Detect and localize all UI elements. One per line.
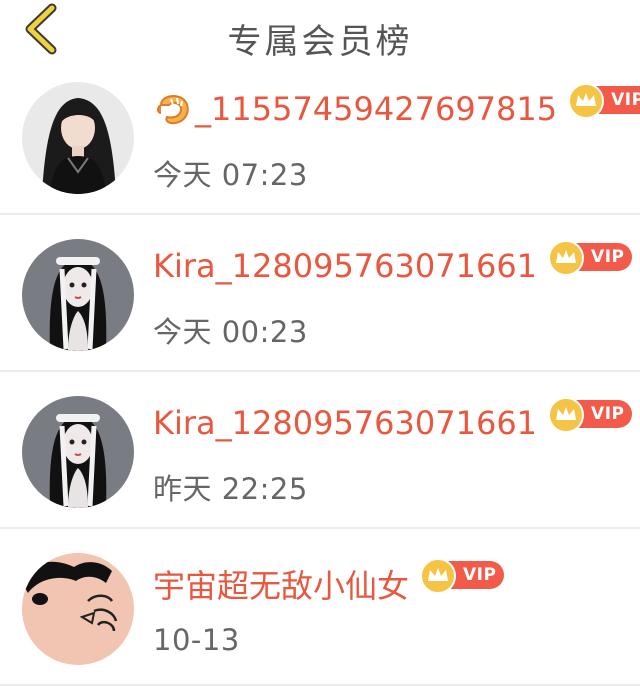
avatar[interactable] — [22, 396, 134, 508]
vip-badge: VIP — [548, 240, 633, 276]
vip-label: VIP — [591, 247, 625, 267]
member-name[interactable]: Kira_128095763071661 — [153, 404, 537, 442]
vip-label: VIP — [591, 404, 625, 424]
avatar[interactable] — [22, 239, 134, 351]
member-row[interactable]: _11557459427697815 VIP 今天 07:23 — [0, 58, 640, 215]
avatar[interactable] — [22, 553, 134, 665]
crown-icon — [548, 240, 585, 276]
page-title: 专属会员榜 — [227, 22, 413, 62]
member-time: 昨天 22:25 — [153, 472, 308, 506]
vip-badge: VIP — [568, 83, 640, 119]
crown-icon — [420, 558, 457, 594]
member-name[interactable]: _11557459427697815 — [195, 90, 557, 128]
member-name[interactable]: Kira_128095763071661 — [153, 247, 537, 285]
member-row[interactable]: 宇宙超无敌小仙女 VIP 10-13 — [0, 529, 640, 686]
avatar[interactable] — [22, 82, 134, 194]
member-list: _11557459427697815 VIP 今天 07:23 Kira_128… — [0, 58, 640, 686]
crown-icon — [548, 397, 585, 433]
vip-badge: VIP — [548, 397, 633, 433]
member-name[interactable]: 宇宙超无敌小仙女 — [153, 561, 409, 607]
member-time: 今天 07:23 — [153, 158, 308, 192]
member-name-line: _11557459427697815 VIP — [153, 83, 640, 128]
member-name-line: 宇宙超无敌小仙女 VIP — [153, 558, 505, 607]
member-row[interactable]: Kira_128095763071661 VIP 昨天 22:25 — [0, 372, 640, 529]
member-time: 10-13 — [153, 623, 240, 657]
shrimp-icon — [153, 91, 193, 127]
vip-label: VIP — [611, 90, 640, 110]
member-row[interactable]: Kira_128095763071661 VIP 今天 00:23 — [0, 215, 640, 372]
member-time: 今天 00:23 — [153, 315, 308, 349]
member-name-line: Kira_128095763071661 VIP — [153, 240, 633, 285]
vip-label: VIP — [463, 565, 497, 585]
vip-badge: VIP — [420, 558, 505, 594]
crown-icon — [568, 83, 605, 119]
member-name-line: Kira_128095763071661 VIP — [153, 397, 633, 442]
